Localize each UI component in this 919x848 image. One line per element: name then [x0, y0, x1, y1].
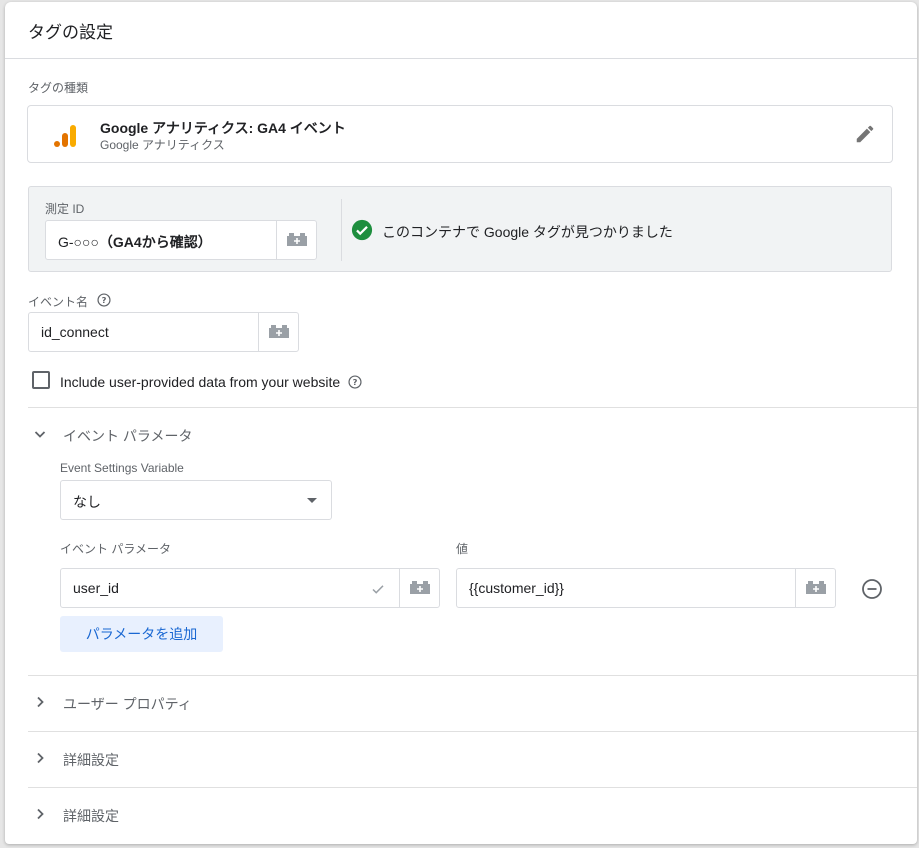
- help-icon[interactable]: ?: [97, 293, 111, 307]
- chevron-right-icon[interactable]: [32, 806, 48, 822]
- add-parameter-button[interactable]: パラメータを追加: [60, 616, 223, 652]
- event-params-heading[interactable]: イベント パラメータ: [63, 426, 192, 446]
- variable-brick-icon: [286, 233, 307, 246]
- chevron-down-icon[interactable]: [32, 426, 48, 442]
- variable-brick-icon: [409, 581, 430, 594]
- measurement-divider: [341, 199, 342, 261]
- variable-picker-button[interactable]: [276, 221, 316, 259]
- event-settings-variable-value: なし: [73, 494, 101, 510]
- measurement-id-label: 測定 ID: [45, 202, 85, 216]
- variable-picker-button[interactable]: [258, 313, 298, 351]
- help-icon[interactable]: ?: [348, 375, 362, 389]
- advanced-settings-heading[interactable]: 詳細設定: [63, 806, 119, 826]
- card-title: タグの設定: [28, 23, 113, 42]
- param-name-field[interactable]: user_id: [60, 568, 440, 608]
- tag-found-status: このコンテナで Google タグが見つかりました: [382, 224, 673, 240]
- event-name-label: イベント名: [28, 295, 89, 309]
- user-data-checkbox[interactable]: [32, 371, 50, 389]
- variable-picker-button[interactable]: [795, 569, 835, 607]
- param-value-value: {{customer_id}}: [469, 580, 564, 596]
- tag-type-name: Google アナリティクス: GA4 イベント: [100, 120, 346, 136]
- pencil-icon[interactable]: [854, 123, 876, 145]
- measurement-id-panel: 測定 ID G-○○○（GA4から確認） このコンテナで Google タグが見…: [28, 186, 892, 272]
- variable-brick-icon: [805, 581, 826, 594]
- measurement-id-field[interactable]: G-○○○（GA4から確認）: [45, 220, 317, 260]
- measurement-id-value: G-○○○（GA4から確認）: [58, 234, 212, 250]
- param-column-label: イベント パラメータ: [60, 542, 171, 556]
- event-name-value: id_connect: [41, 324, 109, 340]
- param-value-field[interactable]: {{customer_id}}: [456, 568, 836, 608]
- chevron-right-icon[interactable]: [32, 694, 48, 710]
- title-divider: [5, 58, 917, 59]
- event-settings-variable-label: Event Settings Variable: [60, 461, 184, 475]
- section-divider: [28, 675, 917, 676]
- remove-row-icon[interactable]: [861, 578, 883, 600]
- dropdown-caret-icon: [307, 498, 317, 503]
- section-divider: [28, 407, 917, 408]
- chevron-right-icon[interactable]: [32, 750, 48, 766]
- tag-configuration-card: タグの設定 タグの種類 Google アナリティクス: GA4 イベント Goo…: [5, 2, 917, 844]
- variable-picker-button[interactable]: [399, 569, 439, 607]
- user-data-label: Include user-provided data from your web…: [60, 374, 341, 390]
- advanced-settings-heading[interactable]: 詳細設定: [63, 750, 119, 770]
- param-name-value: user_id: [73, 580, 119, 596]
- section-divider: [28, 787, 917, 788]
- value-column-label: 値: [456, 542, 469, 556]
- tag-type-selector[interactable]: Google アナリティクス: GA4 イベント Google アナリティクス: [27, 105, 893, 163]
- svg-text:?: ?: [353, 377, 358, 387]
- event-name-field[interactable]: id_connect: [28, 312, 299, 352]
- check-icon: [372, 585, 384, 594]
- event-settings-variable-select[interactable]: なし: [60, 480, 332, 520]
- tag-type-subtitle: Google アナリティクス: [100, 138, 225, 152]
- check-circle-icon: [351, 219, 373, 241]
- svg-text:?: ?: [102, 295, 107, 305]
- section-divider: [28, 731, 917, 732]
- tag-type-label: タグの種類: [28, 81, 89, 95]
- google-analytics-icon: [54, 125, 76, 147]
- user-properties-heading[interactable]: ユーザー プロパティ: [63, 694, 192, 714]
- variable-brick-icon: [268, 325, 289, 338]
